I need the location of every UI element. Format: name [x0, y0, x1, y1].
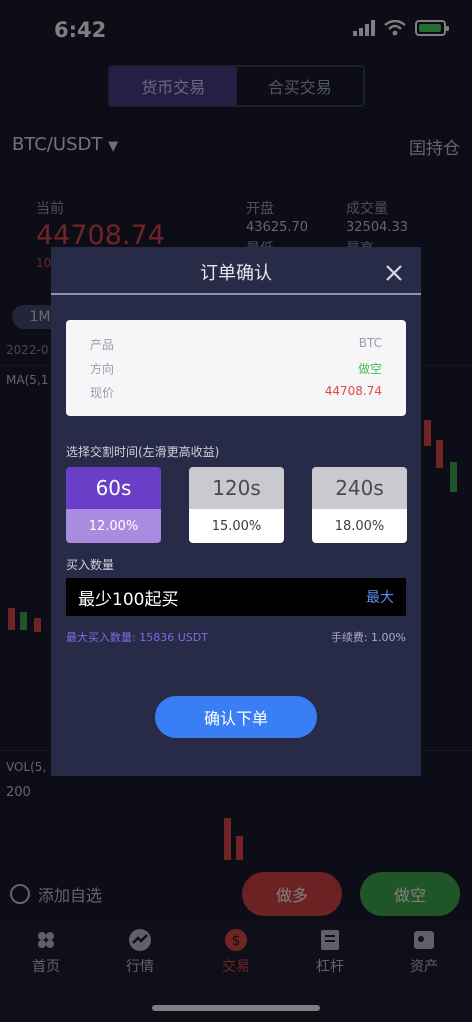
product-label: 产品 — [90, 338, 115, 352]
info-row-price: 现价 44708.74 — [90, 384, 382, 401]
amount-field[interactable]: 最少100起买 最大 — [66, 578, 406, 616]
max-buy-info: 最大买入数量: 15836 USDT — [66, 631, 208, 644]
info-row-product: 产品 BTC — [90, 336, 382, 353]
option-240s[interactable]: 240s 18.00% — [312, 467, 407, 543]
option-120s[interactable]: 120s 15.00% — [189, 467, 284, 543]
option-rate: 18.00% — [312, 509, 407, 543]
option-rate: 15.00% — [189, 509, 284, 543]
price-label: 现价 — [90, 386, 115, 400]
option-rate: 12.00% — [66, 509, 161, 543]
product-value: BTC — [358, 336, 382, 350]
fee-info: 手续费: 1.00% — [330, 631, 406, 644]
confirm-order-button[interactable]: 确认下单 — [155, 696, 317, 738]
close-icon[interactable] — [384, 263, 404, 283]
modal-divider — [51, 293, 421, 295]
option-60s[interactable]: 60s 12.00% — [66, 467, 161, 543]
amount-placeholder: 最少100起买 — [78, 589, 179, 610]
max-button[interactable]: 最大 — [366, 587, 394, 607]
modal-title: 订单确认 — [200, 263, 272, 284]
option-time: 120s — [189, 467, 284, 509]
time-label: 选择交割时间(左滑更高收益) — [66, 445, 220, 459]
option-time: 240s — [312, 467, 407, 509]
amount-label: 买入数量 — [66, 558, 115, 572]
info-row-direction: 方向 做空 — [90, 360, 382, 377]
price-value: 44708.74 — [324, 384, 382, 398]
direction-label: 方向 — [90, 362, 115, 376]
option-time: 60s — [66, 467, 161, 509]
direction-value: 做空 — [357, 362, 382, 376]
